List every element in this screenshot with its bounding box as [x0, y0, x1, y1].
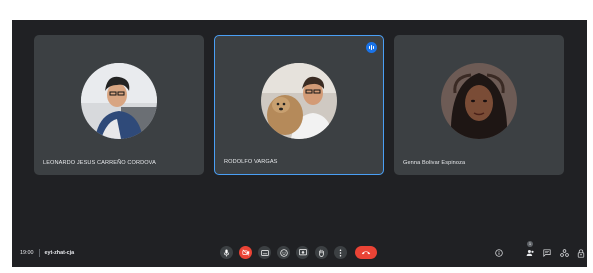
captions-button[interactable] [258, 246, 271, 259]
activities-button[interactable] [559, 248, 569, 258]
participants-count-badge: 1 [527, 241, 533, 247]
microphone-button[interactable] [220, 246, 233, 259]
present-button[interactable] [296, 246, 309, 259]
hand-icon [319, 249, 324, 257]
speaking-indicator-icon [366, 42, 377, 53]
chat-button[interactable] [542, 248, 552, 258]
activities-icon [559, 249, 569, 257]
emoji-button[interactable] [277, 246, 290, 259]
participant-tile-leonardo[interactable]: LEONARDO JESUS CARREÑO CORDOVA [34, 35, 204, 175]
raise-hand-button[interactable] [315, 246, 328, 259]
meeting-time: 19:00 [20, 250, 34, 256]
divider [38, 249, 40, 257]
camera-button[interactable] [239, 246, 252, 259]
present-screen-icon [298, 249, 307, 256]
participant-tile-genna[interactable]: Genna Bolivar Espinoza [394, 35, 564, 175]
lock-person-icon [577, 248, 585, 258]
participant-tile-rodolfo[interactable]: RODOLFO VARGAS [214, 35, 384, 175]
leave-call-button[interactable] [355, 246, 377, 259]
participant-name: RODOLFO VARGAS [224, 159, 278, 165]
participant-name: Genna Bolivar Espinoza [403, 160, 466, 166]
mic-icon [223, 249, 230, 256]
avatar [261, 63, 337, 139]
chat-icon [543, 249, 551, 257]
participant-name: LEONARDO JESUS CARREÑO CORDOVA [43, 160, 156, 166]
emoji-icon [279, 248, 288, 257]
more-vert-icon [339, 248, 342, 257]
meeting-code: eyt-zhat-cja [44, 250, 75, 256]
participants-button[interactable] [525, 248, 535, 258]
info-icon [495, 249, 503, 257]
camera-off-icon [241, 249, 249, 256]
meeting-stage: LEONARDO JESUS CARREÑO CORDOVA RODOLFO V… [12, 20, 587, 267]
control-bar: 19:00 eyt-zhat-cja 1 [12, 239, 587, 267]
captions-icon [260, 249, 269, 256]
meeting-details-button[interactable] [494, 248, 504, 258]
people-icon [526, 250, 534, 256]
host-controls-button[interactable] [576, 248, 586, 258]
meeting-info: 19:00 eyt-zhat-cja [20, 249, 74, 257]
avatar [441, 63, 517, 139]
more-options-button[interactable] [334, 246, 347, 259]
avatar [81, 63, 157, 139]
hangup-icon [361, 251, 371, 255]
